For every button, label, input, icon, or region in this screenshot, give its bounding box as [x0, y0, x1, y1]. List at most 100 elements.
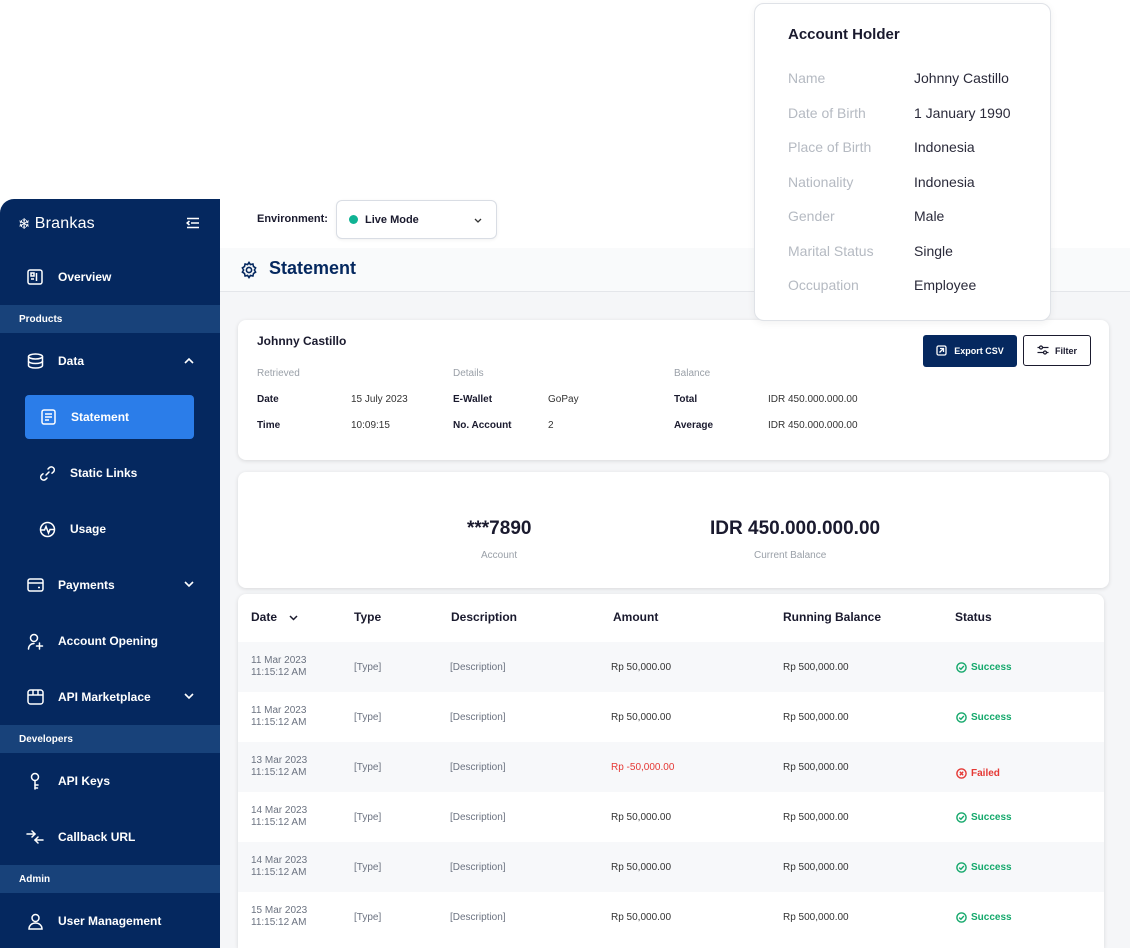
sidebar-item-api-marketplace[interactable]: API Marketplace	[0, 669, 220, 725]
filter-button[interactable]: Filter	[1023, 335, 1091, 366]
brand-logo[interactable]: ❄ Brankas	[18, 215, 95, 233]
sidebar-item-label: Data	[58, 354, 85, 368]
collapse-menu-icon[interactable]	[185, 216, 200, 232]
row-running-balance: Rp 500,000.00	[783, 712, 849, 723]
export-csv-button[interactable]: Export CSV	[923, 335, 1017, 367]
gear-icon	[240, 261, 258, 279]
check-circle-icon	[956, 912, 967, 923]
row-date: 15 Mar 2023 11:15:12 AM	[251, 905, 308, 928]
current-balance-value: IDR 450.000.000.00	[710, 518, 881, 539]
sidebar-item-label: User Management	[58, 914, 162, 928]
status-badge: Success	[956, 662, 1012, 673]
table-row[interactable]: 14 Mar 2023 11:15:12 AM [Type] [Descripti…	[238, 842, 1104, 892]
row-amount: Rp 50,000.00	[611, 712, 672, 723]
row-amount: Rp 50,000.00	[611, 912, 672, 923]
row-running-balance: Rp 500,000.00	[783, 812, 849, 823]
row-type: [Type]	[354, 662, 382, 673]
section-developers: Developers	[0, 725, 220, 753]
table-row[interactable]: 14 Mar 2023 11:15:12 AM [Type] [Descripti…	[238, 792, 1104, 842]
export-csv-label: Export CSV	[954, 346, 1004, 356]
sidebar-item-label: Statement	[71, 410, 130, 424]
row-amount: Rp 50,000.00	[611, 662, 672, 673]
snowflake-icon: ❄	[18, 216, 31, 233]
row-amount: Rp -50,000.00	[611, 762, 675, 773]
sidebar-item-data[interactable]: Data	[0, 333, 220, 389]
row-date: 14 Mar 2023 11:15:12 AM	[251, 855, 308, 878]
environment-value: Live Mode	[365, 213, 419, 226]
account-holder-title: Account Holder	[788, 26, 900, 43]
sidebar-item-label: API Marketplace	[58, 690, 151, 704]
statement-info-card: Johnny Castillo Retrieved Details Balanc…	[238, 320, 1109, 460]
column-header-type: Type	[354, 610, 382, 624]
row-type: [Type]	[354, 762, 382, 773]
table-row[interactable]: 11 Mar 2023 11:15:12 AM [Type] [Descripti…	[238, 692, 1104, 742]
row-type: [Type]	[354, 812, 382, 823]
field-occupation-value: Employee	[914, 277, 977, 293]
status-text: Success	[971, 912, 1012, 923]
sidebar-item-payments[interactable]: Payments	[0, 557, 220, 613]
sidebar-item-user-management[interactable]: User Management	[0, 893, 220, 948]
field-nationality-value: Indonesia	[914, 174, 975, 190]
check-circle-icon	[956, 812, 967, 823]
field-dob-value: 1 January 1990	[914, 105, 1011, 121]
date-key: Date	[257, 394, 279, 405]
sidebar-item-api-keys[interactable]: API Keys	[0, 753, 220, 809]
chevron-up-icon	[184, 355, 194, 367]
filter-label: Filter	[1054, 345, 1077, 356]
sidebar-item-usage[interactable]: Usage	[0, 501, 220, 557]
row-type: [Type]	[354, 712, 382, 723]
sidebar-item-callback-url[interactable]: Callback URL	[0, 809, 220, 865]
user-icon	[26, 912, 44, 930]
column-header-running-balance: Running Balance	[783, 610, 882, 624]
table-row[interactable]: 15 Mar 2023 11:15:12 AM [Type] [Descripti…	[238, 892, 1104, 942]
sidebar-item-label: Static Links	[70, 466, 138, 480]
field-occupation-key: Occupation	[788, 277, 859, 293]
sidebar-item-static-links[interactable]: Static Links	[0, 445, 220, 501]
environment-select[interactable]: Live Mode	[336, 200, 497, 239]
row-date: 11 Mar 2023 11:15:12 AM	[251, 655, 307, 678]
no-account-value: 2	[548, 420, 554, 431]
chevron-down-icon	[184, 579, 194, 591]
sidebar-item-overview[interactable]: Overview	[0, 249, 220, 305]
status-text: Success	[971, 662, 1012, 673]
status-badge: Success	[956, 812, 1012, 823]
table-row[interactable]: 13 Mar 2023 11:15:12 AM [Type] [Descripti…	[238, 742, 1104, 792]
field-dob-key: Date of Birth	[788, 105, 866, 121]
row-running-balance: Rp 500,000.00	[783, 762, 849, 773]
status-text: Success	[971, 812, 1012, 823]
current-balance-caption: Current Balance	[754, 550, 827, 561]
row-running-balance: Rp 500,000.00	[783, 662, 849, 673]
database-icon	[26, 352, 44, 370]
table-header: Date Type Description Amount Running Bal…	[238, 594, 1104, 642]
field-name-key: Name	[788, 70, 826, 86]
time-key: Time	[257, 420, 281, 431]
status-badge: Success	[956, 912, 1012, 923]
filter-sliders-icon	[1037, 344, 1049, 357]
x-circle-icon	[956, 768, 967, 779]
brand-name: Brankas	[34, 215, 95, 232]
sidebar-item-label: Callback URL	[58, 830, 136, 844]
row-running-balance: Rp 500,000.00	[783, 862, 849, 873]
sidebar-item-account-opening[interactable]: Account Opening	[0, 613, 220, 669]
row-description: [Description]	[450, 812, 506, 823]
sort-chevron-icon	[289, 610, 298, 624]
sidebar-item-statement[interactable]: Statement	[25, 395, 194, 439]
account-number: ***7890	[467, 518, 532, 539]
retrieved-label: Retrieved	[257, 368, 300, 379]
field-nationality-key: Nationality	[788, 174, 854, 190]
status-badge: Success	[956, 862, 1012, 873]
row-description: [Description]	[450, 912, 506, 923]
column-header-date[interactable]: Date	[251, 610, 298, 624]
document-icon	[39, 408, 57, 426]
row-description: [Description]	[450, 662, 506, 673]
row-amount: Rp 50,000.00	[611, 812, 672, 823]
overview-icon	[26, 268, 44, 286]
status-text: Failed	[971, 768, 1000, 779]
account-caption: Account	[481, 550, 518, 561]
section-admin: Admin	[0, 865, 220, 893]
row-date: 11 Mar 2023 11:15:12 AM	[251, 705, 307, 728]
app-root: ❄ Brankas Overview Products Data Stateme…	[0, 0, 1130, 948]
table-row[interactable]: 11 Mar 2023 11:15:12 AM [Type] [Descripti…	[238, 642, 1104, 692]
sidebar-item-label: Account Opening	[58, 634, 158, 648]
transactions-table: Date Type Description Amount Running Bal…	[238, 594, 1104, 948]
